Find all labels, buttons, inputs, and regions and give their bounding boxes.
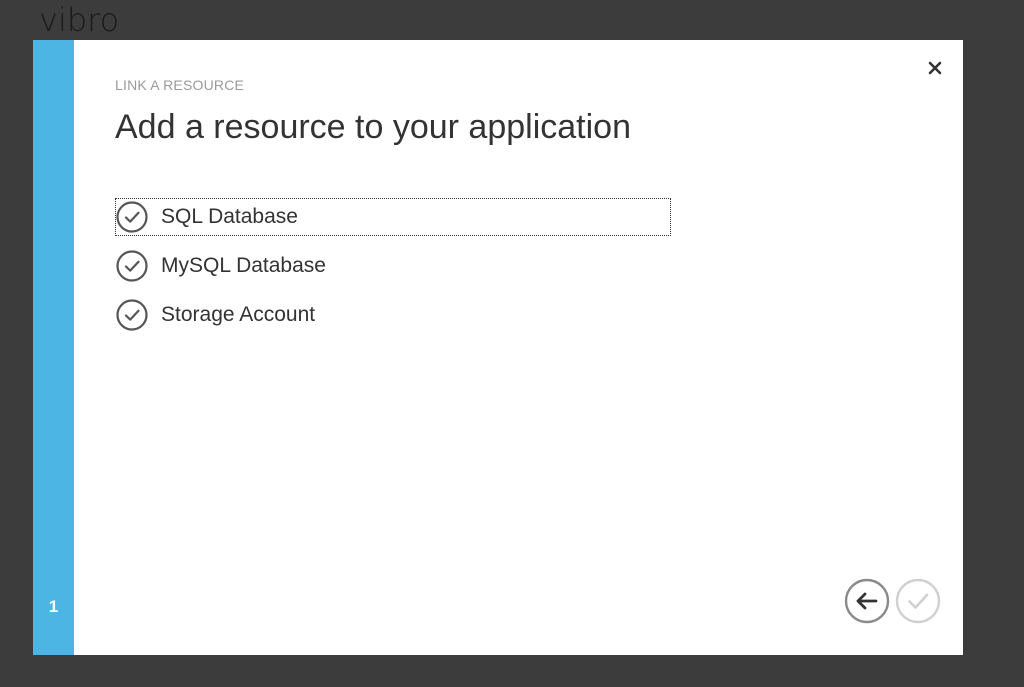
option-label: SQL Database: [161, 205, 298, 228]
checkmark-circle-icon: [116, 250, 148, 282]
back-button[interactable]: [844, 578, 890, 624]
close-icon: [928, 61, 942, 75]
dialog-heading: Add a resource to your application: [115, 108, 631, 146]
option-mysql-database[interactable]: MySQL Database: [115, 247, 671, 285]
option-sql-database[interactable]: SQL Database: [115, 198, 671, 236]
complete-button[interactable]: [895, 578, 941, 624]
step-rail: 1: [33, 40, 74, 655]
option-label: Storage Account: [161, 303, 316, 326]
option-storage-account[interactable]: Storage Account: [115, 296, 671, 334]
checkmark-circle-icon: [116, 299, 148, 331]
dialog-kicker: LINK A RESOURCE: [115, 77, 245, 93]
checkmark-icon: [895, 578, 941, 624]
option-label: MySQL Database: [161, 254, 326, 277]
back-arrow-icon: [844, 578, 890, 624]
link-resource-dialog: 1 LINK A RESOURCE Add a resource to your…: [33, 40, 963, 655]
resource-options-list: SQL Database MySQL Database Storage Acco…: [115, 198, 671, 345]
app-title: vibro: [39, 1, 120, 39]
step-number: 1: [48, 597, 59, 616]
close-button[interactable]: [925, 58, 945, 78]
checkmark-circle-icon: [116, 201, 148, 233]
